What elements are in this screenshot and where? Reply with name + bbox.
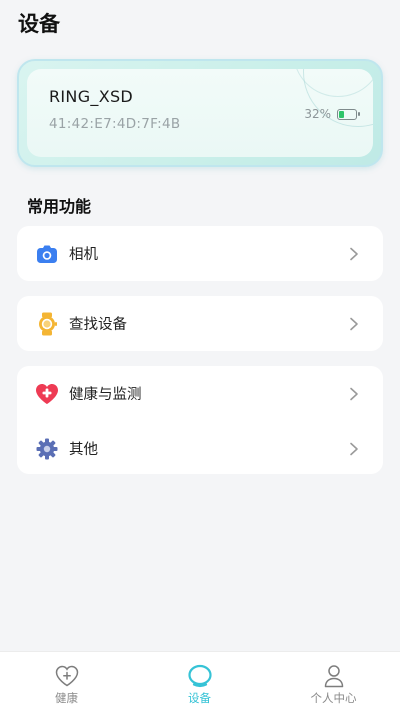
tab-profile[interactable]: 个人中心 <box>267 652 400 711</box>
battery-icon <box>337 108 360 120</box>
watch-icon <box>35 312 59 336</box>
device-card-inner: RING_XSD 41:42:E7:4D:7F:4B 32% <box>27 69 373 157</box>
tab-device-label: 设备 <box>188 691 211 705</box>
battery-status: 32% <box>304 107 360 121</box>
camera-label: 相机 <box>69 247 98 263</box>
other-label: 其他 <box>69 442 98 458</box>
battery-percent: 32% <box>304 107 331 121</box>
gear-icon <box>35 437 59 461</box>
tab-device[interactable]: 设备 <box>133 652 266 711</box>
health-monitor-item[interactable]: 健康与监测 <box>17 366 383 421</box>
tab-profile-label: 个人中心 <box>310 691 357 705</box>
health-other-card: 健康与监测 其他 <box>17 366 383 474</box>
find-device-item[interactable]: 查找设备 <box>17 296 383 351</box>
bottom-tab-bar: 健康 设备 个人中心 <box>0 651 400 711</box>
find-device-card: 查找设备 <box>17 296 383 351</box>
find-device-label: 查找设备 <box>69 317 127 333</box>
battery-fill <box>339 110 344 118</box>
device-icon <box>187 664 213 688</box>
camera-item[interactable]: 相机 <box>17 226 383 281</box>
camera-icon <box>35 242 59 266</box>
tab-health[interactable]: 健康 <box>0 652 133 711</box>
device-card[interactable]: RING_XSD 41:42:E7:4D:7F:4B 32% <box>17 59 383 167</box>
device-name: RING_XSD <box>49 87 134 106</box>
heart-icon <box>54 664 80 688</box>
device-mac-address: 41:42:E7:4D:7F:4B <box>49 116 181 132</box>
camera-card: 相机 <box>17 226 383 281</box>
other-item[interactable]: 其他 <box>17 421 383 476</box>
heart-plus-icon <box>35 382 59 406</box>
page-title: 设备 <box>18 12 60 36</box>
person-icon <box>321 664 347 688</box>
health-monitor-label: 健康与监测 <box>69 387 142 403</box>
chevron-right-icon <box>347 247 361 261</box>
tab-health-label: 健康 <box>55 691 78 705</box>
section-title: 常用功能 <box>27 197 92 216</box>
chevron-right-icon <box>347 387 361 401</box>
chevron-right-icon <box>347 317 361 331</box>
chevron-right-icon <box>347 442 361 456</box>
